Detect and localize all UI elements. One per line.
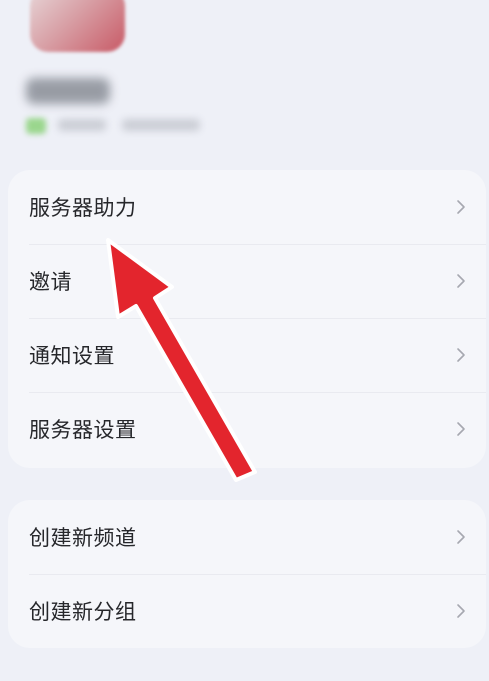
menu-item-label: 服务器设置 [29, 418, 137, 442]
chevron-right-icon [457, 348, 465, 362]
chevron-right-icon [457, 274, 465, 288]
server-name-blurred [26, 78, 110, 104]
create-options-card: 创建新频道 创建新分组 [8, 500, 486, 648]
menu-item-label: 邀请 [29, 270, 72, 294]
chevron-right-icon [457, 530, 465, 544]
menu-item-server-boost[interactable]: 服务器助力 [8, 170, 486, 244]
menu-item-label: 服务器助力 [29, 196, 137, 220]
menu-item-notification-settings[interactable]: 通知设置 [8, 318, 486, 392]
chevron-right-icon [457, 604, 465, 618]
server-options-card: 服务器助力 邀请 通知设置 服务器设置 [8, 170, 486, 468]
menu-item-label: 创建新分组 [29, 600, 137, 624]
online-status-indicator-blurred [26, 118, 46, 134]
menu-item-server-settings[interactable]: 服务器设置 [8, 392, 486, 466]
menu-item-create-group[interactable]: 创建新分组 [8, 574, 486, 648]
chevron-right-icon [457, 422, 465, 436]
menu-item-label: 创建新频道 [29, 526, 137, 550]
menu-item-invite[interactable]: 邀请 [8, 244, 486, 318]
server-avatar[interactable] [30, 0, 125, 52]
chevron-right-icon [457, 200, 465, 214]
member-count-blurred [58, 119, 106, 131]
menu-item-create-channel[interactable]: 创建新频道 [8, 500, 486, 574]
server-id-blurred [122, 119, 200, 131]
menu-item-label: 通知设置 [29, 344, 115, 368]
